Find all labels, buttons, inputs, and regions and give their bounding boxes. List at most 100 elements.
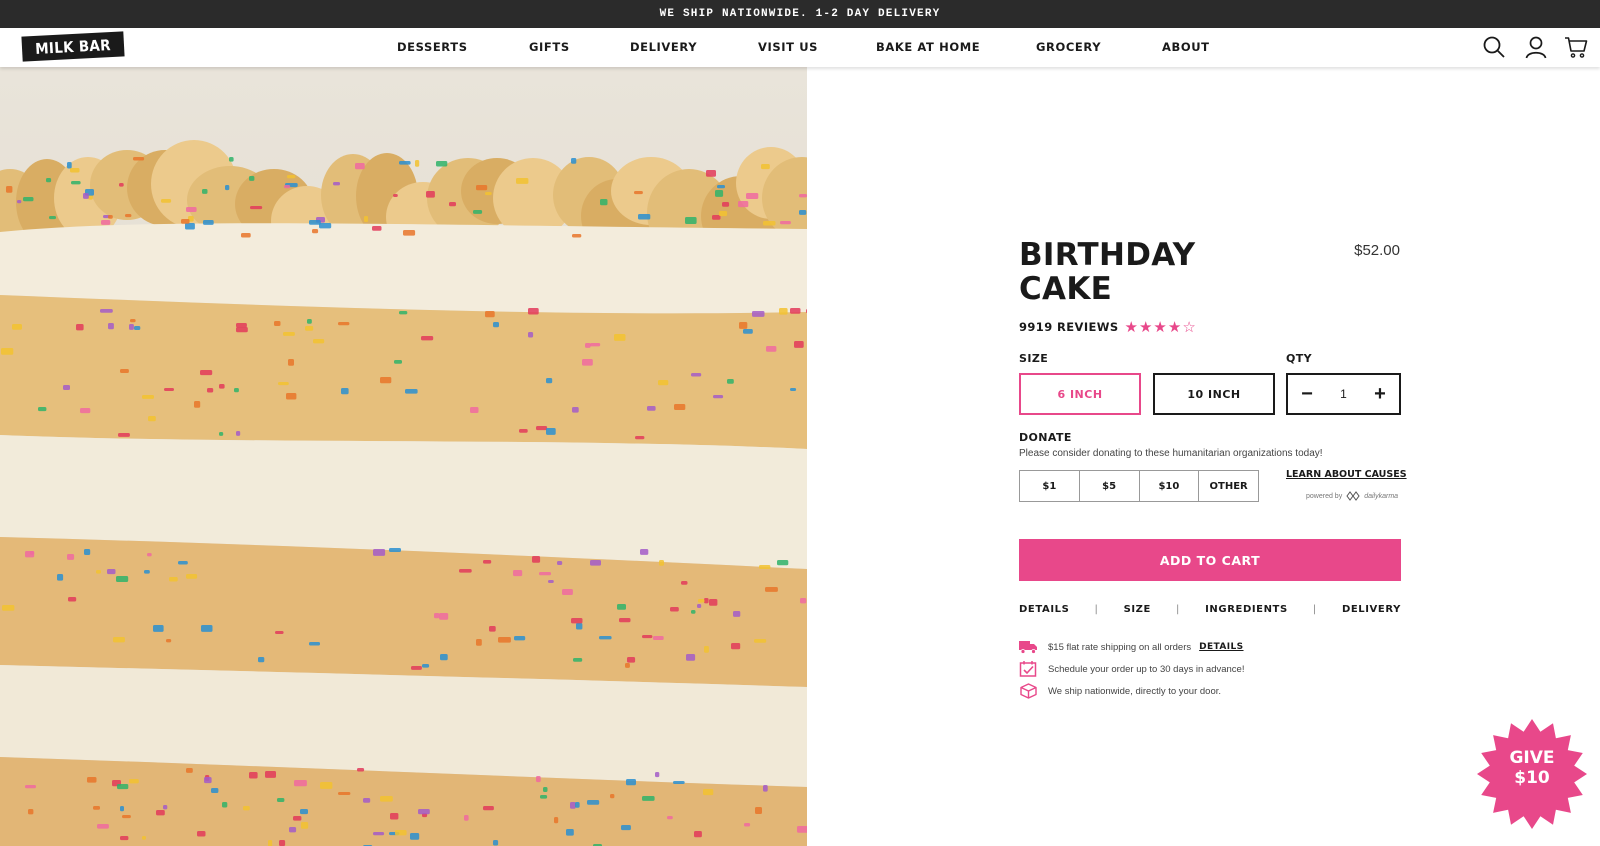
sprinkle xyxy=(87,777,97,783)
tab-ingredients[interactable]: INGREDIENTS xyxy=(1205,604,1288,615)
sprinkle xyxy=(704,646,709,653)
shipping-details-link[interactable]: DETAILS xyxy=(1199,642,1243,652)
sprinkle xyxy=(294,780,307,787)
sprinkle xyxy=(313,339,325,344)
sprinkle xyxy=(528,332,534,338)
milk-bar-logo[interactable]: MILK BAR xyxy=(21,31,125,62)
account-icon[interactable] xyxy=(1524,35,1548,59)
sprinkle xyxy=(80,408,91,414)
powered-by-text: powered by xyxy=(1306,492,1343,500)
reviews-summary[interactable]: 9919 REVIEWS ★★★★☆ xyxy=(1019,318,1197,336)
nav-delivery[interactable]: DELIVERY xyxy=(630,40,697,54)
search-icon[interactable] xyxy=(1482,35,1506,59)
calendar-check-icon xyxy=(1019,661,1037,677)
announcement-text: WE SHIP NATIONWIDE. 1-2 DAY DELIVERY xyxy=(659,8,941,20)
sprinkle xyxy=(717,185,725,189)
product-title-line2: CAKE xyxy=(1019,271,1113,307)
nav-about[interactable]: ABOUT xyxy=(1162,40,1210,54)
sprinkle xyxy=(274,321,281,326)
donate-5-button[interactable]: $5 xyxy=(1080,471,1140,501)
sprinkle xyxy=(120,806,124,812)
sprinkle xyxy=(333,182,340,186)
sprinkle xyxy=(585,343,591,348)
cart-icon[interactable] xyxy=(1564,35,1588,59)
donate-10-button[interactable]: $10 xyxy=(1140,471,1200,501)
sprinkle xyxy=(685,217,697,224)
qty-decrease-button[interactable]: − xyxy=(1298,383,1316,406)
donate-options: $1 $5 $10 OTHER xyxy=(1019,470,1259,502)
sprinkle xyxy=(28,809,34,815)
sprinkle xyxy=(287,175,296,179)
sprinkle xyxy=(219,384,225,389)
sprinkle xyxy=(543,787,548,792)
qty-value[interactable]: 1 xyxy=(1340,387,1347,401)
sprinkle xyxy=(473,210,483,214)
nav-bake-at-home[interactable]: BAKE AT HOME xyxy=(876,40,980,54)
donate-description: Please consider donating to these humani… xyxy=(1019,448,1323,459)
sprinkle xyxy=(142,395,154,399)
sprinkle xyxy=(163,805,168,810)
sprinkle xyxy=(30,551,35,555)
sprinkle xyxy=(293,816,302,821)
sprinkle xyxy=(357,768,365,772)
sprinkle xyxy=(67,162,72,169)
tab-size[interactable]: SIZE xyxy=(1124,604,1151,615)
sprinkle xyxy=(470,407,479,413)
sprinkle xyxy=(514,636,526,641)
sprinkle xyxy=(571,618,583,624)
sprinkle xyxy=(309,642,320,646)
sprinkle xyxy=(129,779,139,784)
sprinkle xyxy=(667,816,673,820)
product-title: BIRTHDAY CAKE xyxy=(1019,238,1239,306)
sprinkle xyxy=(459,569,472,573)
size-option-6-inch[interactable]: 6 INCH xyxy=(1019,373,1141,415)
nav-desserts[interactable]: DESSERTS xyxy=(397,40,468,54)
sprinkle xyxy=(46,178,52,183)
sprinkle xyxy=(673,781,685,784)
sprinkle xyxy=(63,385,70,390)
sprinkle xyxy=(626,779,636,786)
sprinkle xyxy=(68,597,77,602)
sprinkle xyxy=(283,332,295,336)
sprinkle xyxy=(540,795,548,799)
sprinkle xyxy=(727,379,734,384)
learn-about-causes-link[interactable]: LEARN ABOUT CAUSES xyxy=(1286,469,1407,480)
sprinkle xyxy=(800,598,807,604)
sprinkle xyxy=(108,215,113,219)
sprinkle xyxy=(307,319,312,324)
sprinkle xyxy=(493,840,499,846)
sprinkle xyxy=(108,323,114,330)
sprinkle xyxy=(300,809,308,815)
sprinkle xyxy=(243,806,250,811)
cake-illustration xyxy=(0,67,807,846)
donate-other-button[interactable]: OTHER xyxy=(1199,471,1258,501)
nav-grocery[interactable]: GROCERY xyxy=(1036,40,1101,54)
feature-schedule-text: Schedule your order up to 30 days in adv… xyxy=(1048,663,1245,675)
tab-delivery[interactable]: DELIVERY xyxy=(1342,604,1401,615)
tab-details[interactable]: DETAILS xyxy=(1019,604,1069,615)
sprinkle xyxy=(703,789,714,796)
sprinkle xyxy=(621,825,631,831)
size-label: SIZE xyxy=(1019,352,1049,365)
sprinkle xyxy=(380,377,392,384)
qty-increase-button[interactable]: + xyxy=(1371,383,1389,406)
donate-1-button[interactable]: $1 xyxy=(1020,471,1080,501)
sprinkle xyxy=(12,324,22,330)
tab-separator: | xyxy=(1312,604,1317,615)
give-10-badge[interactable]: GIVE $10 xyxy=(1476,718,1588,830)
sprinkle xyxy=(640,549,649,555)
sprinkle xyxy=(464,815,469,821)
sprinkle xyxy=(722,202,730,207)
nav-gifts[interactable]: GIFTS xyxy=(529,40,570,54)
size-option-10-inch[interactable]: 10 INCH xyxy=(1153,373,1275,415)
add-to-cart-button[interactable]: ADD TO CART xyxy=(1019,539,1401,581)
sprinkle xyxy=(780,221,791,225)
sprinkle xyxy=(655,772,660,778)
sprinkle xyxy=(186,574,198,579)
sprinkle xyxy=(731,643,741,650)
nav-visit-us[interactable]: VISIT US xyxy=(758,40,818,54)
sprinkle xyxy=(219,432,224,436)
sprinkle xyxy=(277,798,285,802)
sprinkle xyxy=(554,817,559,824)
dailykarma-logo-icon xyxy=(1346,491,1360,501)
